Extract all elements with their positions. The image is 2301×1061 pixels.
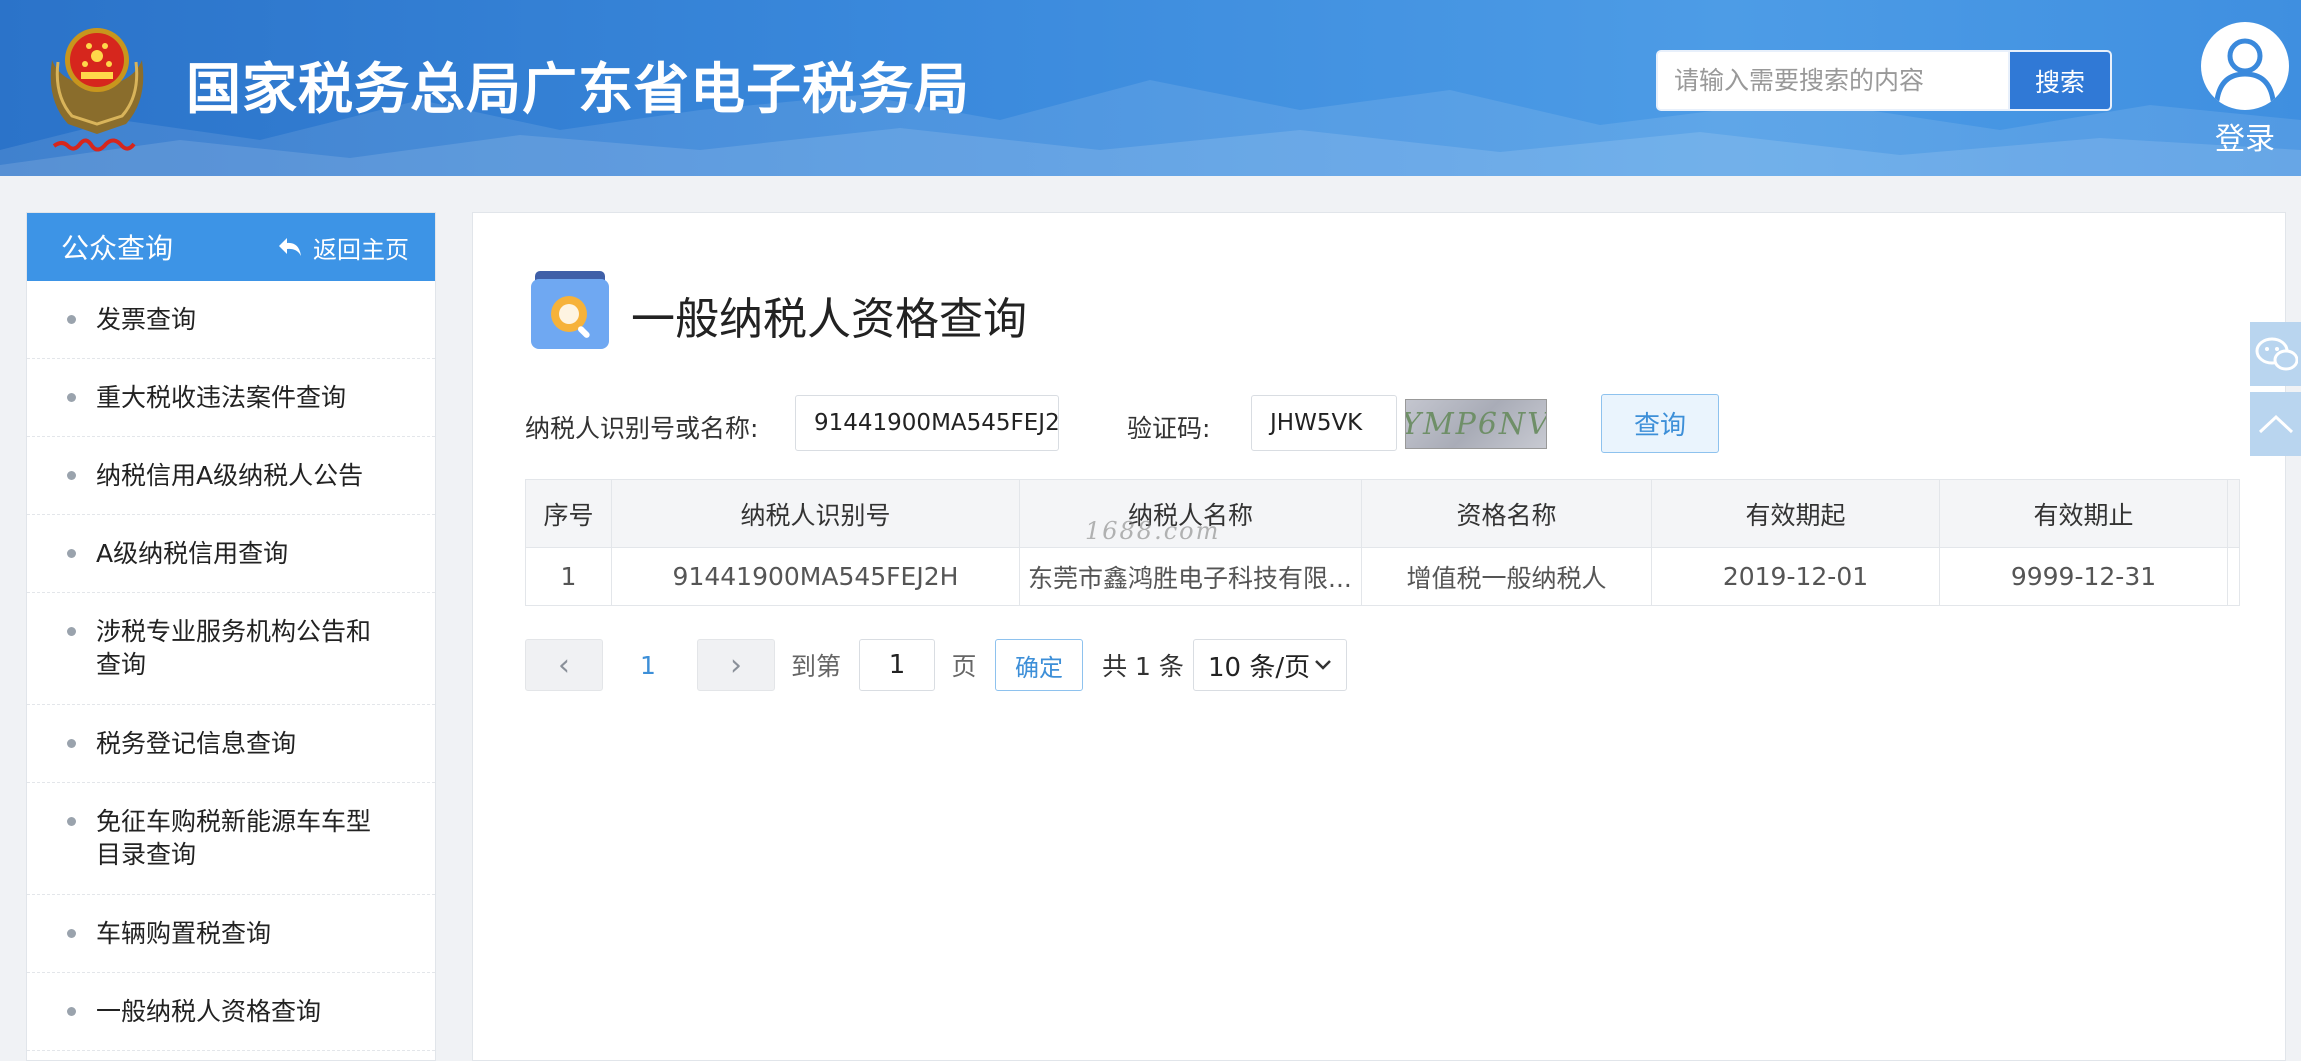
bullet-icon (67, 1007, 76, 1016)
bullet-icon (67, 929, 76, 938)
cell-taxpayer-id: 91441900MA545FEJ2H (611, 547, 1020, 606)
sidebar-item-label: 一般纳税人资格查询 (96, 997, 322, 1026)
bullet-icon (67, 817, 76, 826)
goto-confirm-button[interactable]: 确定 (995, 639, 1083, 691)
query-button[interactable]: 查询 (1601, 394, 1719, 453)
watermark: 1688.com (1085, 517, 1221, 545)
col-header-taxpayer-id: 纳税人识别号 (611, 479, 1020, 548)
sidebar-item-label: 纳税信用A级纳税人公告 (96, 461, 364, 490)
taxpayer-label: 纳税人识别号或名称: (525, 414, 759, 443)
return-arrow-icon (279, 238, 301, 256)
search-input[interactable] (1658, 52, 2008, 109)
page-title: 一般纳税人资格查询 (631, 294, 1027, 345)
goto-page-input[interactable]: 1 (859, 639, 935, 691)
next-page-button[interactable]: › (697, 639, 775, 691)
chevron-up-icon (2258, 414, 2293, 434)
back-to-top-button[interactable] (2250, 392, 2301, 456)
wechat-icon (2255, 337, 2298, 371)
cell-index: 1 (525, 547, 612, 606)
col-header-valid-from: 有效期起 (1651, 479, 1940, 548)
taxpayer-id-input[interactable]: 91441900MA545FEJ2H (795, 395, 1059, 451)
cell-valid-to: 9999-12-31 (1939, 547, 2228, 606)
col-header-scroll-gutter (2227, 479, 2240, 548)
main-panel: 一般纳税人资格查询 纳税人识别号或名称: 91441900MA545FEJ2H … (472, 212, 2286, 1061)
bullet-icon (67, 549, 76, 558)
header: 国家税务总局广东省电子税务局 搜索 登录 (0, 0, 2301, 176)
captcha-label: 验证码: (1127, 414, 1211, 443)
user-avatar-icon (2201, 22, 2289, 110)
sidebar-item-vehicle-purchase-tax[interactable]: 车辆购置税查询 (27, 895, 435, 973)
sidebar-item-label: 发票查询 (96, 305, 197, 334)
wechat-float-button[interactable] (2250, 322, 2301, 386)
bullet-icon (67, 393, 76, 402)
current-page-number[interactable]: 1 (633, 639, 663, 691)
sidebar-item-invoice-query[interactable]: 发票查询 (27, 281, 435, 359)
bullet-icon (67, 315, 76, 324)
captcha-image-text: YMP6NV (1405, 406, 1547, 442)
total-count: 共 1 条 (1102, 652, 1184, 681)
header-search: 搜索 (1656, 50, 2112, 111)
sidebar-item-major-violations[interactable]: 重大税收违法案件查询 (27, 359, 435, 437)
sidebar-item-a-credit-notice[interactable]: 纳税信用A级纳税人公告 (27, 437, 435, 515)
sidebar-item-label: A级纳税信用查询 (96, 539, 289, 568)
site-title: 国家税务总局广东省电子税务局 (186, 57, 971, 121)
sidebar-item-a-credit-query[interactable]: A级纳税信用查询 (27, 515, 435, 593)
login-label: 登录 (2215, 122, 2275, 157)
cell-taxpayer-name: 东莞市鑫鸿胜电子科技有限... (1019, 547, 1362, 606)
sidebar-item-tax-service-agencies[interactable]: 涉税专业服务机构公告和查询 (27, 593, 435, 705)
page-size-select[interactable]: 10 条/页 (1193, 639, 1347, 691)
sidebar-item-label: 免征车购税新能源车车型目录查询 (96, 807, 372, 869)
back-home-link[interactable]: 返回主页 (277, 230, 409, 265)
login-button[interactable]: 登录 (2200, 22, 2290, 158)
prev-page-button[interactable]: ‹ (525, 639, 603, 691)
results-table: 序号 纳税人识别号 纳税人名称 资格名称 有效期起 有效期止 1 9144190… (525, 479, 2240, 606)
col-header-qualification: 资格名称 (1361, 479, 1652, 548)
search-document-icon (529, 269, 611, 351)
table-header-row: 序号 纳税人识别号 纳税人名称 资格名称 有效期起 有效期止 (525, 479, 2240, 548)
chevron-down-icon (1315, 660, 1331, 670)
sidebar-item-label: 涉税专业服务机构公告和查询 (96, 617, 372, 679)
search-button[interactable]: 搜索 (2008, 52, 2110, 109)
captcha-input[interactable]: JHW5VK (1251, 395, 1397, 451)
tax-emblem-logo (38, 12, 156, 162)
back-home-label: 返回主页 (313, 235, 409, 264)
sidebar: 公众查询 返回主页 发票查询 重大税收违法案件查询 纳税信用A级纳税人公告 A级… (26, 212, 436, 1061)
col-header-index: 序号 (525, 479, 612, 548)
col-header-valid-to: 有效期止 (1939, 479, 2228, 548)
bullet-icon (67, 627, 76, 636)
table-row: 1 91441900MA545FEJ2H 东莞市鑫鸿胜电子科技有限... 增值税… (525, 547, 2240, 606)
sidebar-item-tax-registration[interactable]: 税务登记信息查询 (27, 705, 435, 783)
sidebar-header: 公众查询 返回主页 (27, 213, 435, 281)
sidebar-item-label: 税务登记信息查询 (96, 729, 297, 758)
cell-scroll-gutter (2227, 547, 2240, 606)
sidebar-item-label: 车辆购置税查询 (96, 919, 272, 948)
sidebar-item-new-energy-vehicles[interactable]: 免征车购税新能源车车型目录查询 (27, 783, 435, 895)
goto-label: 到第 (790, 652, 841, 681)
sidebar-title: 公众查询 (61, 232, 174, 265)
cell-qualification: 增值税一般纳税人 (1361, 547, 1652, 606)
bullet-icon (67, 739, 76, 748)
sidebar-item-label: 重大税收违法案件查询 (96, 383, 347, 412)
page-size-value: 10 条/页 (1208, 652, 1311, 683)
cell-valid-from: 2019-12-01 (1651, 547, 1940, 606)
page-unit-label: 页 (951, 652, 977, 681)
sidebar-item-general-taxpayer[interactable]: 一般纳税人资格查询 (27, 973, 435, 1051)
captcha-image[interactable]: YMP6NV (1405, 399, 1547, 449)
bullet-icon (67, 471, 76, 480)
